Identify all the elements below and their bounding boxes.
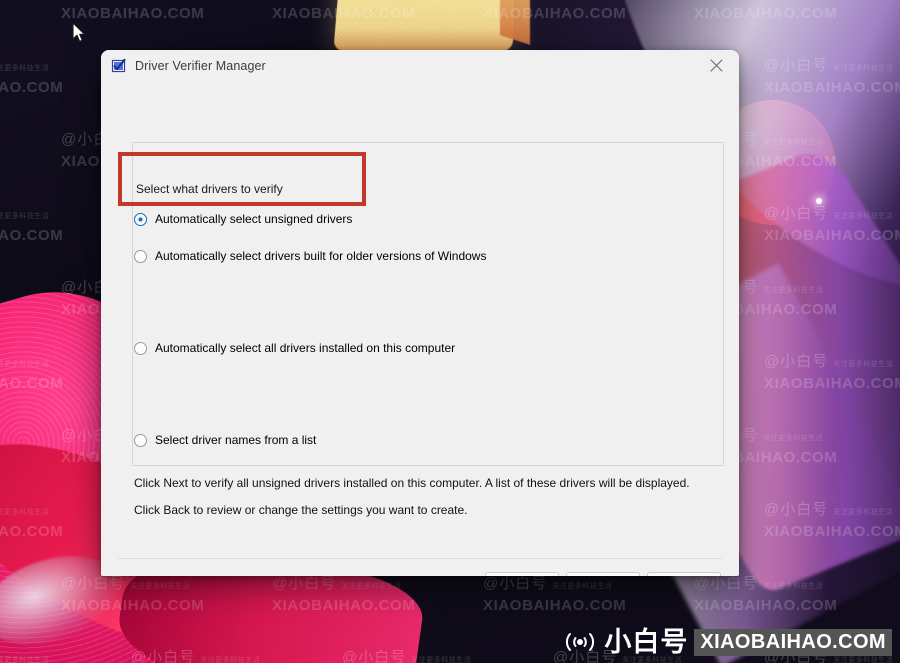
radio-indicator[interactable] [134, 434, 147, 447]
radio-label: Automatically select all drivers install… [155, 342, 455, 355]
wallpaper-sparkle [816, 198, 822, 204]
radio-indicator[interactable] [134, 250, 147, 263]
close-icon [710, 59, 723, 72]
checkbox-check-icon [111, 58, 127, 74]
radio-option-older-windows-drivers[interactable]: Automatically select drivers built for o… [134, 250, 486, 263]
groupbox-label: Select what drivers to verify [133, 182, 286, 196]
radio-option-unsigned-drivers[interactable]: Automatically select unsigned drivers [134, 213, 352, 226]
wallpaper-yellow-slab [333, 0, 515, 51]
info-text-back: Click Back to review or change the setti… [134, 503, 468, 517]
driver-verifier-manager-window: Driver Verifier Manager Select what driv… [101, 50, 739, 576]
radio-label: Automatically select unsigned drivers [155, 213, 352, 226]
mouse-pointer-icon [72, 22, 86, 43]
next-button[interactable]: Next > [566, 572, 640, 576]
brand-name-en: XIAOBAIHAO.COM [694, 629, 892, 656]
radio-indicator[interactable] [134, 342, 147, 355]
close-button[interactable] [694, 50, 739, 81]
radio-indicator[interactable] [134, 213, 147, 226]
footer-divider [118, 558, 722, 559]
desktop-screen: @小白号关注更多科技生活XIAOBAIHAO.COM@小白号关注更多科技生活XI… [0, 0, 900, 663]
dialog-body: Select what drivers to verify Automatica… [101, 81, 739, 576]
window-title: Driver Verifier Manager [135, 59, 266, 73]
broadcast-wave-icon [560, 628, 600, 656]
footer-button-row: < Back Next > Cancel [485, 572, 721, 576]
cancel-button[interactable]: Cancel [647, 572, 721, 576]
info-text-next: Click Next to verify all unsigned driver… [134, 476, 690, 490]
radio-option-all-installed-drivers[interactable]: Automatically select all drivers install… [134, 342, 455, 355]
radio-label: Select driver names from a list [155, 434, 316, 447]
radio-option-select-from-list[interactable]: Select driver names from a list [134, 434, 316, 447]
brand-name-cn: 小白号 [604, 629, 688, 656]
back-button[interactable]: < Back [485, 572, 559, 576]
brand-watermark-badge: 小白号 XIAOBAIHAO.COM [556, 625, 896, 659]
radio-label: Automatically select drivers built for o… [155, 250, 486, 263]
title-bar[interactable]: Driver Verifier Manager [101, 50, 739, 81]
